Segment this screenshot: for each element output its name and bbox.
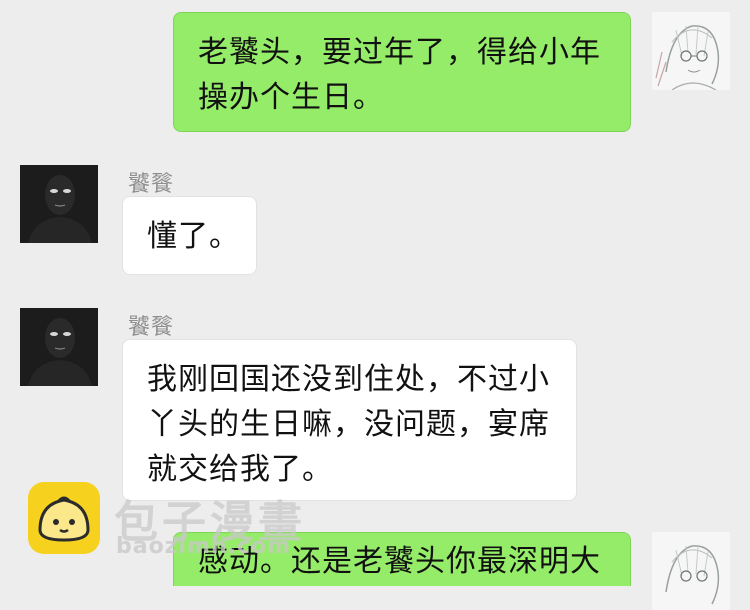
message-text-line: 就交给我了。 (147, 452, 333, 487)
dark-figure-avatar-icon (20, 308, 98, 386)
message-text-line: 我刚回国还没到住处，不过小 (147, 362, 550, 397)
message-text-line: 懂了。 (147, 219, 240, 254)
message-bubble-self[interactable]: 感动。还是老饕头你最深明大 (173, 532, 631, 586)
other-avatar-1[interactable] (20, 165, 98, 243)
sketch-character-avatar-icon (652, 532, 730, 610)
self-avatar-1[interactable] (652, 12, 730, 90)
self-avatar-2[interactable] (652, 532, 730, 610)
bun-logo-icon (28, 482, 100, 554)
message-bubble-other[interactable]: 懂了。 (122, 196, 257, 275)
sender-name: 饕餮 (128, 172, 175, 197)
other-avatar-2[interactable] (20, 308, 98, 386)
message-text-line: 操办个生日。 (198, 80, 384, 115)
message-text-line: 感动。还是老饕头你最深明大 (198, 544, 601, 579)
sender-name: 饕餮 (128, 315, 175, 340)
message-bubble-other[interactable]: 我刚回国还没到住处，不过小 丫头的生日嘛，没问题，宴席 就交给我了。 (122, 339, 577, 501)
message-text-line: 老饕头，要过年了，得给小年 (198, 35, 601, 70)
sketch-character-avatar-icon (652, 12, 730, 90)
message-text-line: 丫头的生日嘛，没问题，宴席 (147, 407, 550, 442)
message-bubble-self[interactable]: 老饕头，要过年了，得给小年 操办个生日。 (173, 12, 631, 132)
dark-figure-avatar-icon (20, 165, 98, 243)
